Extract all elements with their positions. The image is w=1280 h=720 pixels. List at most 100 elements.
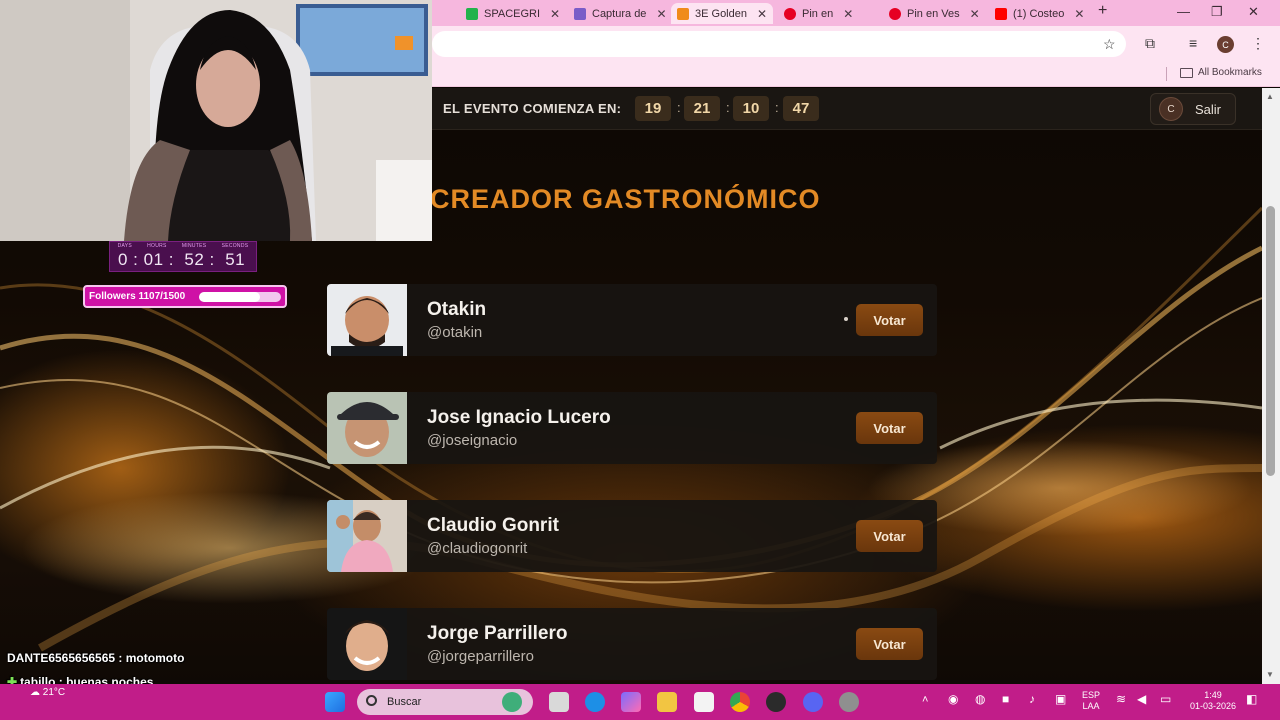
obs-icon[interactable] (766, 692, 786, 712)
nominee-photo (327, 500, 407, 572)
followers-goal-bar: Followers 1107/1500 (83, 285, 287, 308)
close-icon[interactable]: ✕ (970, 7, 980, 21)
followers-progress-fill (199, 292, 260, 302)
close-icon[interactable]: ✕ (550, 7, 560, 21)
wifi-icon[interactable]: ≋ (1116, 693, 1126, 705)
tab-captura[interactable]: Captura de ✕ (568, 3, 673, 24)
nvidia-tray-icon[interactable]: ■ (1002, 693, 1009, 705)
chevron-up-icon[interactable]: ˄ (922, 695, 928, 706)
tab-youtube[interactable]: (1) Costeo ✕ (989, 3, 1090, 24)
microphone-icon[interactable]: ♪ (1029, 693, 1035, 705)
windows-start-icon[interactable] (325, 692, 345, 712)
youtube-favicon-icon (995, 7, 1007, 20)
close-icon[interactable]: ✕ (656, 7, 666, 21)
nominee-card: Jorge Parrillero @jorgeparrillero Votar (327, 608, 937, 680)
screen: SPACEGRI ✕ Captura de ✕ 3E Golden ✕ Pin … (0, 0, 1280, 720)
volume-icon[interactable]: ◀ (1137, 693, 1146, 705)
new-tab-button[interactable]: + (1098, 2, 1107, 20)
notification-bell-icon[interactable]: ◧ (1246, 693, 1257, 705)
webcam-overlay (0, 0, 432, 241)
page-scrollbar[interactable]: ▲ ▼ (1262, 88, 1280, 684)
nominee-photo (327, 392, 407, 464)
all-bookmarks-button[interactable]: All Bookmarks (1180, 67, 1262, 78)
chat-username: DANTE6565656565 (7, 651, 116, 665)
edge-icon[interactable] (585, 692, 605, 712)
countdown-days: 19 (635, 96, 671, 121)
windows-taskbar: Buscar ˄ ◉ ◍ ■ ♪ ▣ ESP LAA ≋ ◀ ▭ 1:49 01… (0, 684, 1280, 720)
store-icon[interactable] (694, 692, 714, 712)
restore-icon[interactable]: ❐ (1211, 4, 1223, 20)
logout-button[interactable]: C Salir (1150, 93, 1236, 125)
tab-title: Pin en (802, 7, 834, 20)
scroll-up-icon[interactable]: ▲ (1266, 92, 1274, 101)
language-indicator[interactable]: ESP LAA (1082, 690, 1100, 712)
close-icon[interactable]: ✕ (843, 7, 853, 21)
pinterest-favicon-icon (889, 7, 901, 20)
vote-button[interactable]: Votar (856, 304, 923, 336)
bookmark-star-icon[interactable]: ☆ (1103, 36, 1116, 53)
window-close-icon[interactable]: ✕ (1248, 4, 1259, 20)
close-icon[interactable]: ✕ (757, 7, 767, 21)
tab-3e-golden[interactable]: 3E Golden ✕ (671, 3, 774, 24)
chrome-icon[interactable] (730, 692, 750, 712)
countdown-seconds: 47 (783, 96, 819, 121)
media-control-icon[interactable]: ≡ (1189, 35, 1197, 51)
task-view-icon[interactable] (549, 692, 569, 712)
profile-avatar[interactable]: C (1217, 36, 1234, 53)
tab-pinterest-2[interactable]: Pin en Ves ✕ (883, 3, 986, 24)
chat-text: motomoto (125, 651, 185, 665)
nominee-handle: @claudiogonrit (427, 540, 528, 557)
battery-icon[interactable]: ▭ (1160, 693, 1171, 705)
address-bar[interactable] (432, 31, 1126, 57)
nominee-name: Claudio Gonrit (427, 515, 559, 536)
settings-gear-icon[interactable] (839, 692, 859, 712)
file-explorer-icon[interactable] (657, 692, 677, 712)
nominee-photo (327, 608, 407, 680)
tab-title: 3E Golden (695, 7, 747, 20)
clock[interactable]: 1:49 01-03-2026 (1186, 690, 1240, 712)
all-bookmarks-label: All Bookmarks (1198, 67, 1262, 78)
copilot-icon[interactable] (621, 692, 641, 712)
countdown-hours: 21 (684, 96, 720, 121)
countdown-separator: : (775, 100, 779, 115)
clock-date: 01-03-2026 (1189, 701, 1237, 711)
pen-favicon-icon (574, 7, 586, 20)
weather-temperature: 21°C (42, 687, 66, 698)
chrome-menu-icon[interactable]: ⋮ (1251, 35, 1265, 52)
nominee-handle: @joseignacio (427, 432, 518, 449)
pinterest-favicon-icon (784, 7, 796, 20)
minimize-icon[interactable]: — (1177, 4, 1190, 19)
discord-icon[interactable] (803, 692, 823, 712)
notes-tray-icon[interactable]: ▣ (1055, 693, 1066, 705)
widgets-icon[interactable] (502, 692, 522, 712)
timer-unit-labels: DAYS HOURS MINUTES SECONDS (110, 243, 256, 249)
obs-tray-icon[interactable]: ◉ (948, 693, 958, 705)
nominee-name: Jorge Parrillero (427, 623, 568, 644)
countdown-separator: : (677, 100, 681, 115)
folder-icon (1180, 67, 1193, 78)
tab-title: Captura de (592, 7, 647, 20)
close-icon[interactable]: ✕ (1074, 7, 1084, 21)
vote-button[interactable]: Votar (856, 412, 923, 444)
vote-button[interactable]: Votar (856, 520, 923, 552)
stream-subathon-timer: DAYS HOURS MINUTES SECONDS 0 : 01 : 52 :… (109, 241, 257, 272)
timer-label-seconds: SECONDS (221, 243, 249, 249)
tab-spacegri[interactable]: SPACEGRI ✕ (460, 3, 566, 24)
weather-icon: ☁ (30, 687, 40, 698)
user-avatar: C (1159, 97, 1183, 121)
weather-widget[interactable]: ☁ 21°C (30, 687, 65, 698)
discord-tray-icon[interactable]: ◍ (975, 693, 985, 705)
nominee-handle: @jorgeparrillero (427, 648, 534, 665)
scroll-down-icon[interactable]: ▼ (1266, 670, 1274, 679)
tab-title: Pin en Ves (907, 7, 960, 20)
clock-time: 1:49 (1204, 690, 1222, 700)
tab-title: (1) Costeo (1013, 7, 1065, 20)
tab-pinterest-1[interactable]: Pin en ✕ (778, 3, 859, 24)
vote-button[interactable]: Votar (856, 628, 923, 660)
nominee-photo (327, 284, 407, 356)
category-title: CREADOR GASTRONÓMICO (430, 184, 821, 214)
nominee-card: Claudio Gonrit @claudiogonrit Votar (327, 500, 937, 572)
scrollbar-thumb[interactable] (1266, 206, 1275, 476)
countdown-minutes: 10 (733, 96, 769, 121)
extensions-icon[interactable]: ⧉ (1145, 35, 1155, 52)
